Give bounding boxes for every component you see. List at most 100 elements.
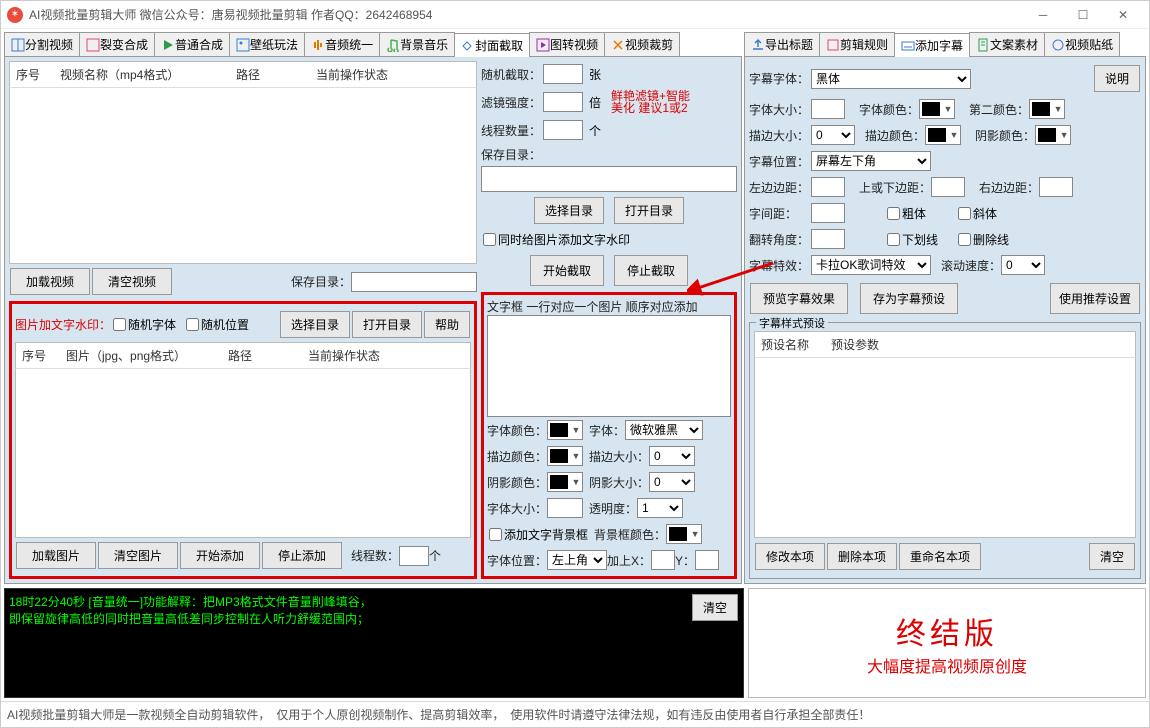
start-crop-button[interactable]: 开始截取 <box>530 255 604 286</box>
sub-size-input[interactable] <box>811 99 845 119</box>
wm-stroke-color-picker[interactable]: ▼ <box>547 446 583 466</box>
sub-font-select[interactable]: 黑体 <box>811 69 971 89</box>
watermark-text-input[interactable] <box>487 315 731 417</box>
wm-x-input[interactable] <box>651 550 675 570</box>
watermark-section-label: 图片加文字水印： <box>15 316 111 333</box>
use-recommended-button[interactable]: 使用推荐设置 <box>1050 283 1140 314</box>
wm-select-dir-button[interactable]: 选择目录 <box>280 311 350 338</box>
tab-video-sticker[interactable]: 视频贴纸 <box>1044 32 1120 56</box>
tab-cover-crop[interactable]: 封面截取 <box>454 33 530 57</box>
wm-font-select[interactable]: 微软雅黑 <box>625 420 703 440</box>
tab-audio[interactable]: 音频统一 <box>304 32 380 56</box>
clear-image-button[interactable]: 清空图片 <box>98 542 178 569</box>
left-margin-input[interactable] <box>811 177 845 197</box>
sub-color-picker[interactable]: ▼ <box>919 99 955 119</box>
tab-edit-rules[interactable]: 剪辑规则 <box>819 32 895 56</box>
tab-video-crop[interactable]: 视频裁剪 <box>604 32 680 56</box>
rename-item-button[interactable]: 重命名本项 <box>899 543 981 570</box>
start-add-button[interactable]: 开始添加 <box>180 542 260 569</box>
maximize-button[interactable]: ☐ <box>1063 1 1103 29</box>
video-save-dir-input[interactable] <box>351 272 477 292</box>
random-pos-checkbox[interactable] <box>186 318 199 331</box>
crop-open-dir-button[interactable]: 打开目录 <box>614 197 684 224</box>
sub-pos-select[interactable]: 屏幕左下角 <box>811 151 931 171</box>
load-video-button[interactable]: 加载视频 <box>10 268 90 295</box>
fission-icon <box>86 38 100 52</box>
wm-help-button[interactable]: 帮助 <box>424 311 470 338</box>
sub-stroke-select[interactable]: 0 <box>811 125 855 145</box>
scroll-speed-select[interactable]: 0 <box>1001 255 1045 275</box>
desc-button[interactable]: 说明 <box>1094 65 1140 92</box>
tab-wallpaper[interactable]: 壁纸玩法 <box>229 32 305 56</box>
save-dir-label: 保存目录： <box>291 273 351 290</box>
tab-fission[interactable]: 裂变合成 <box>79 32 155 56</box>
stop-add-button[interactable]: 停止添加 <box>262 542 342 569</box>
wm-font-size-input[interactable] <box>547 498 583 518</box>
image-list[interactable] <box>15 369 471 538</box>
rules-icon <box>826 38 840 52</box>
delete-item-button[interactable]: 删除本项 <box>827 543 897 570</box>
sub-shadow-color-picker[interactable]: ▼ <box>1035 125 1071 145</box>
main-tabstrip: 分割视频 裂变合成 普通合成 壁纸玩法 音频统一 背景音乐 封面截取 图转视频 … <box>4 32 742 57</box>
wm-shadow-size-select[interactable]: 0 <box>649 472 695 492</box>
crop-save-dir-input[interactable] <box>481 166 737 192</box>
tab-img2video[interactable]: 图转视频 <box>529 32 605 56</box>
tab-add-subtitle[interactable]: 添加字幕 <box>894 33 970 57</box>
brand-subtitle: 大幅度提高视频原创度 <box>755 653 1139 677</box>
brand-title: 终结版 <box>755 609 1139 653</box>
clear-log-button[interactable]: 清空 <box>692 594 738 621</box>
wm-font-color-picker[interactable]: ▼ <box>547 420 583 440</box>
videocrop-icon <box>611 38 625 52</box>
window-title: AI视频批量剪辑大师 微信公众号：唐易视频批量剪辑 作者QQ：264246895… <box>29 6 1023 23</box>
load-image-button[interactable]: 加载图片 <box>16 542 96 569</box>
clear-preset-button[interactable]: 清空 <box>1089 543 1135 570</box>
preset-section-label: 字幕样式预设 <box>756 315 828 331</box>
wm-open-dir-button[interactable]: 打开目录 <box>352 311 422 338</box>
strike-checkbox[interactable] <box>958 233 971 246</box>
char-space-input[interactable] <box>811 203 845 223</box>
top-margin-input[interactable] <box>931 177 965 197</box>
underline-checkbox[interactable] <box>887 233 900 246</box>
tab-merge[interactable]: 普通合成 <box>154 32 230 56</box>
clear-video-button[interactable]: 清空视频 <box>92 268 172 295</box>
tab-bgm[interactable]: 背景音乐 <box>379 32 455 56</box>
close-button[interactable]: ✕ <box>1103 1 1143 29</box>
stop-crop-button[interactable]: 停止截取 <box>614 255 688 286</box>
wm-bg-checkbox[interactable] <box>489 528 502 541</box>
video-list[interactable] <box>9 88 477 264</box>
wm-shadow-color-picker[interactable]: ▼ <box>547 472 583 492</box>
export-icon <box>751 38 765 52</box>
random-crop-input[interactable] <box>543 64 583 84</box>
sub-color2-picker[interactable]: ▼ <box>1029 99 1065 119</box>
bold-checkbox[interactable] <box>887 207 900 220</box>
tab-copywriting[interactable]: 文案素材 <box>969 32 1045 56</box>
img2video-icon <box>536 38 550 52</box>
footer-text: AI视频批量剪辑大师是一款视频全自动剪辑软件， 仅用于个人原创视频制作、提高剪辑… <box>1 701 1149 727</box>
sub-fx-select[interactable]: 卡拉OK歌词特效 <box>811 255 931 275</box>
tab-export-title[interactable]: 导出标题 <box>744 32 820 56</box>
save-preset-button[interactable]: 存为字幕预设 <box>860 283 958 314</box>
wm-stroke-size-select[interactable]: 0 <box>649 446 695 466</box>
thread-num-input[interactable] <box>543 120 583 140</box>
modify-item-button[interactable]: 修改本项 <box>755 543 825 570</box>
wm-bg-color-picker[interactable]: ▼ <box>666 524 702 544</box>
italic-checkbox[interactable] <box>958 207 971 220</box>
sub-stroke-color-picker[interactable]: ▼ <box>925 125 961 145</box>
preset-list[interactable] <box>754 358 1136 538</box>
split-icon <box>11 38 25 52</box>
music-icon <box>386 38 400 52</box>
right-margin-input[interactable] <box>1039 177 1073 197</box>
crop-select-dir-button[interactable]: 选择目录 <box>534 197 604 224</box>
rotate-input[interactable] <box>811 229 845 249</box>
thread-count-input[interactable] <box>399 546 429 566</box>
crop-icon <box>461 39 475 53</box>
filter-strength-input[interactable] <box>543 92 583 112</box>
wm-opacity-select[interactable]: 1 <box>637 498 683 518</box>
add-watermark-checkbox[interactable] <box>483 233 496 246</box>
tab-split-video[interactable]: 分割视频 <box>4 32 80 56</box>
minimize-button[interactable]: ─ <box>1023 1 1063 29</box>
random-font-checkbox[interactable] <box>113 318 126 331</box>
wm-y-input[interactable] <box>695 550 719 570</box>
doc-icon <box>976 38 990 52</box>
wm-pos-select[interactable]: 左上角 <box>547 550 607 570</box>
